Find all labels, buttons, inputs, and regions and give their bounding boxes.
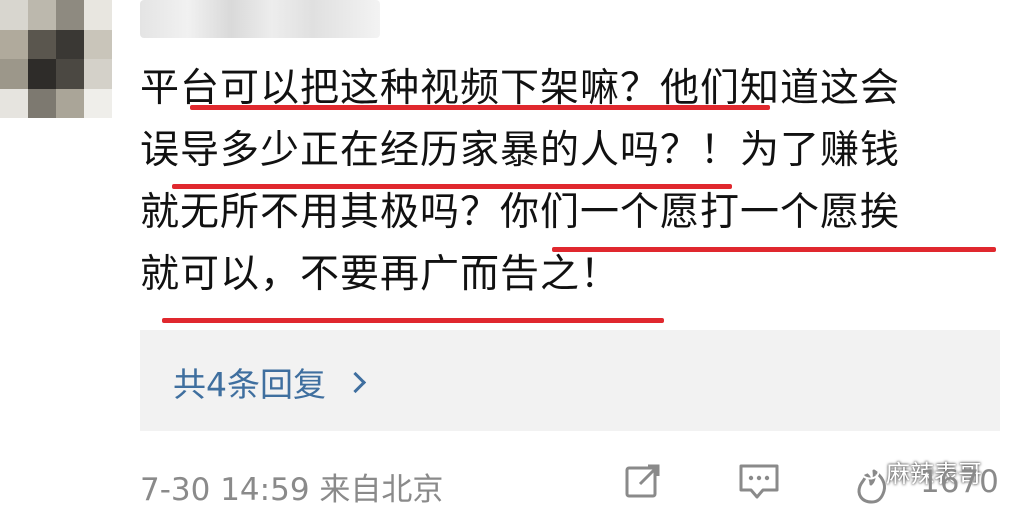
comment-icon[interactable] (737, 462, 781, 510)
comment-text: 平台可以把这种视频下架嘛？他们知道这会 误导多少正在经历家暴的人吗？！为了赚钱 … (140, 58, 1005, 306)
comment-line: 误导多少正在经历家暴的人吗？！为了赚钱 (140, 128, 901, 173)
replies-label: 共4条回复 (173, 365, 326, 404)
username-redacted[interactable] (140, 0, 380, 38)
view-replies-link[interactable]: 共4条回复 (173, 358, 367, 406)
highlight-underline (190, 105, 770, 110)
wechat-icon (850, 456, 880, 488)
highlight-underline (162, 318, 664, 323)
avatar[interactable] (0, 0, 112, 118)
replies-panel: 共4条回复 (140, 330, 1000, 431)
chevron-right-icon (344, 371, 367, 393)
like-count: 1670 (920, 464, 999, 500)
comment-line: 平台可以把这种视频下架嘛？他们知道这会 (140, 66, 901, 111)
timestamp-location: 7-30 14:59 来自北京 (140, 472, 444, 508)
comment-footer: 7-30 14:59 来自北京 麻辣表哥 1670 (140, 456, 1005, 510)
share-icon[interactable] (624, 462, 664, 510)
highlight-underline (172, 184, 732, 189)
comment-line: 就无所不用其极吗？你们一个愿打一个愿挨 (140, 190, 901, 235)
highlight-underline (552, 247, 996, 252)
comment-line: 就可以，不要再广而告之！ (140, 252, 621, 297)
